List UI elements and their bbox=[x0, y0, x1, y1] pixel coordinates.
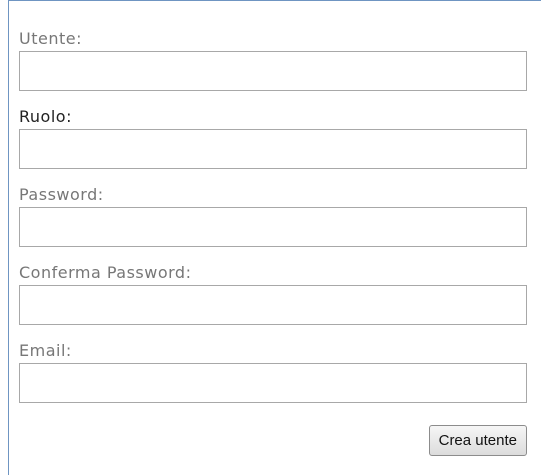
confirm-password-input[interactable] bbox=[19, 285, 527, 325]
password-input[interactable] bbox=[19, 207, 527, 247]
email-label: Email: bbox=[19, 341, 72, 360]
email-input[interactable] bbox=[19, 363, 527, 403]
username-label: Utente: bbox=[19, 29, 82, 48]
create-user-button[interactable]: Crea utente bbox=[428, 425, 527, 456]
confirm-password-label: Conferma Password: bbox=[19, 263, 192, 282]
create-user-panel: Utente: Ruolo: Password: Conferma Passwo… bbox=[8, 0, 541, 475]
username-input[interactable] bbox=[19, 51, 527, 91]
role-label: Ruolo: bbox=[19, 107, 72, 126]
form-actions: Crea utente bbox=[19, 425, 527, 457]
create-user-form: Utente: Ruolo: Password: Conferma Passwo… bbox=[19, 29, 527, 419]
role-input[interactable] bbox=[19, 129, 527, 169]
password-label: Password: bbox=[19, 185, 104, 204]
